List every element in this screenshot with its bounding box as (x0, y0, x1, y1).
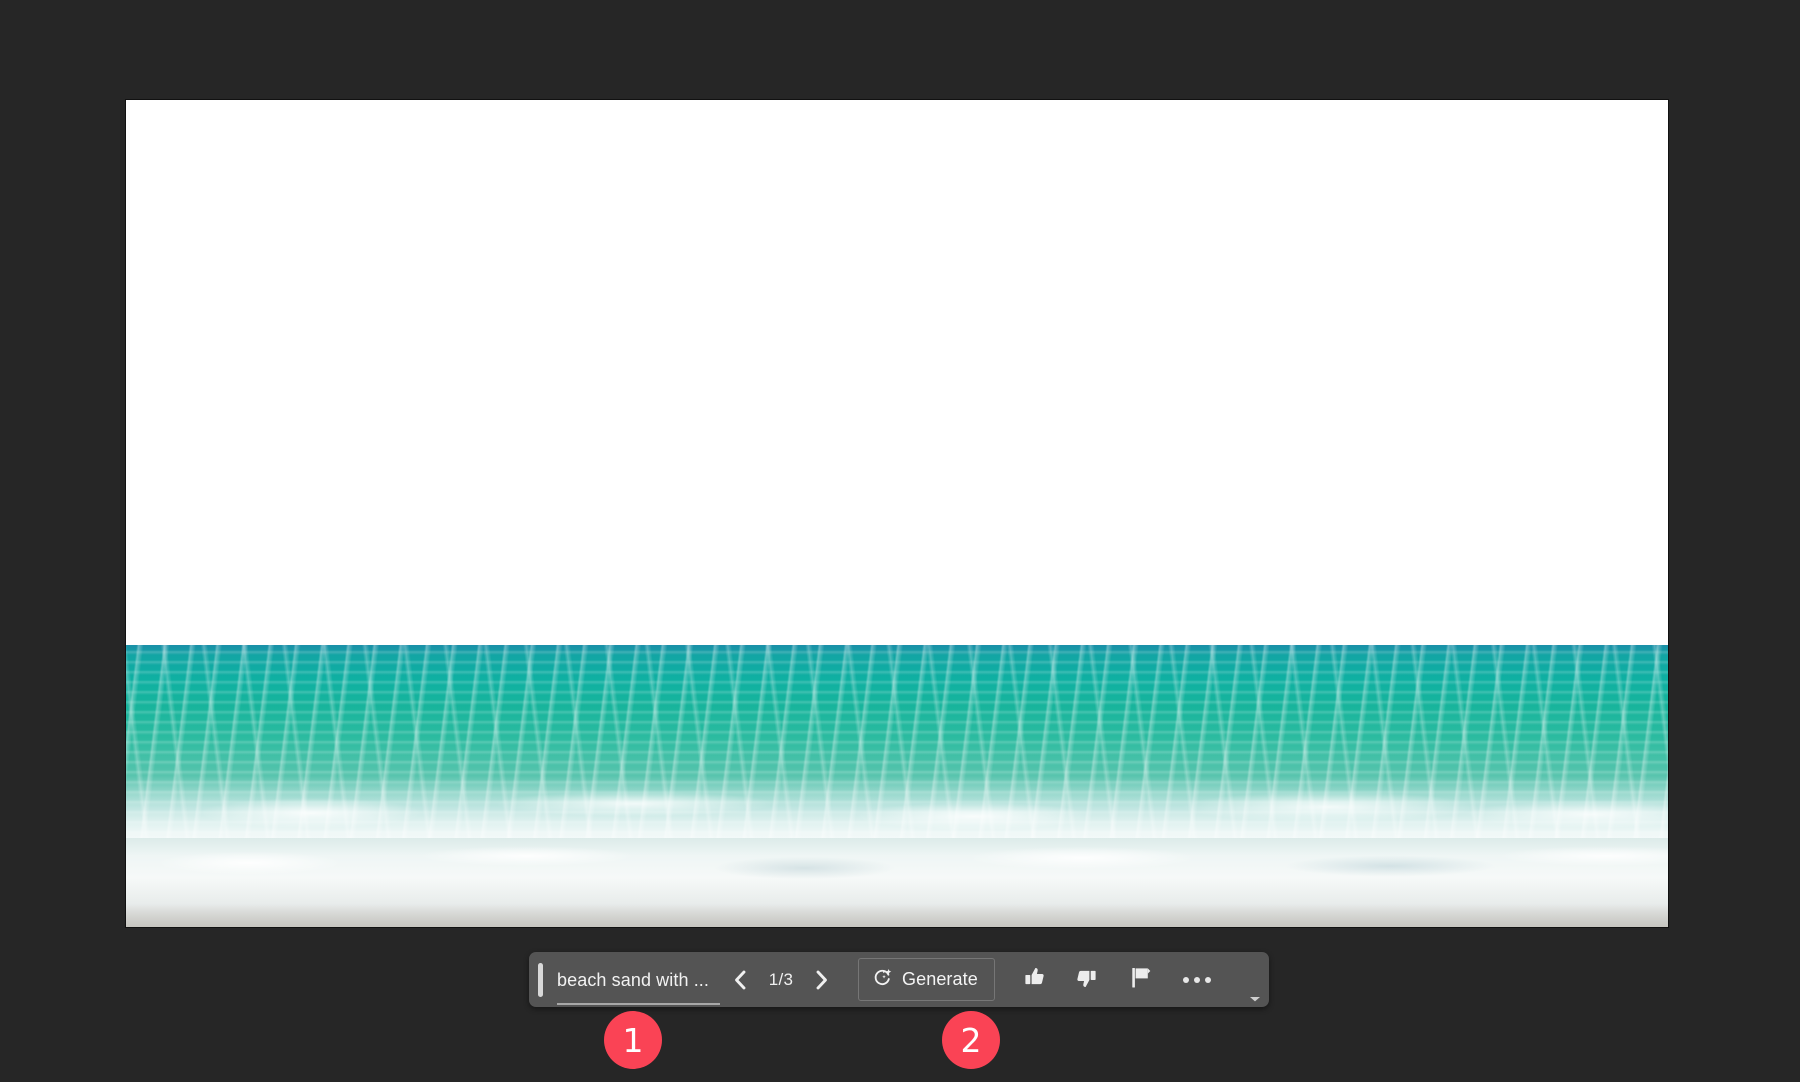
generate-button-label: Generate (902, 969, 978, 990)
chevron-right-icon (814, 969, 830, 991)
flag-button[interactable] (1119, 958, 1163, 1002)
prompt-input[interactable]: beach sand with ... (557, 961, 720, 999)
previous-variation-button[interactable] (720, 960, 760, 1000)
variation-page-indicator: 1/3 (760, 970, 802, 990)
thumbs-up-button[interactable] (1013, 958, 1057, 1002)
flag-icon (1129, 965, 1153, 995)
collapse-toolbar-button[interactable] (1248, 994, 1262, 1004)
thumbs-down-icon (1074, 965, 1099, 995)
app-window: beach sand with ... 1/3 (0, 0, 1800, 1082)
ellipsis-icon (1183, 977, 1211, 983)
blank-fill-area (126, 100, 1668, 645)
thumbs-up-icon (1022, 965, 1047, 995)
text-caret (538, 963, 543, 997)
thumbs-down-button[interactable] (1065, 958, 1109, 1002)
generated-image-canvas[interactable] (126, 100, 1668, 927)
generate-button[interactable]: Generate (858, 958, 995, 1001)
prompt-input-underline (557, 1003, 720, 1005)
sparkle-refresh-icon (872, 967, 893, 993)
ocean-water (126, 645, 1668, 838)
step-badge-1: 1 (604, 1011, 662, 1069)
step-badge-2: 2 (942, 1011, 1000, 1069)
generative-fill-toolbar: beach sand with ... 1/3 (529, 952, 1269, 1007)
chevron-down-icon (1249, 990, 1261, 1008)
next-variation-button[interactable] (802, 960, 842, 1000)
prompt-input-value: beach sand with ... (557, 971, 709, 989)
chevron-left-icon (732, 969, 748, 991)
more-options-button[interactable] (1175, 958, 1219, 1002)
surf-foam (126, 838, 1668, 927)
